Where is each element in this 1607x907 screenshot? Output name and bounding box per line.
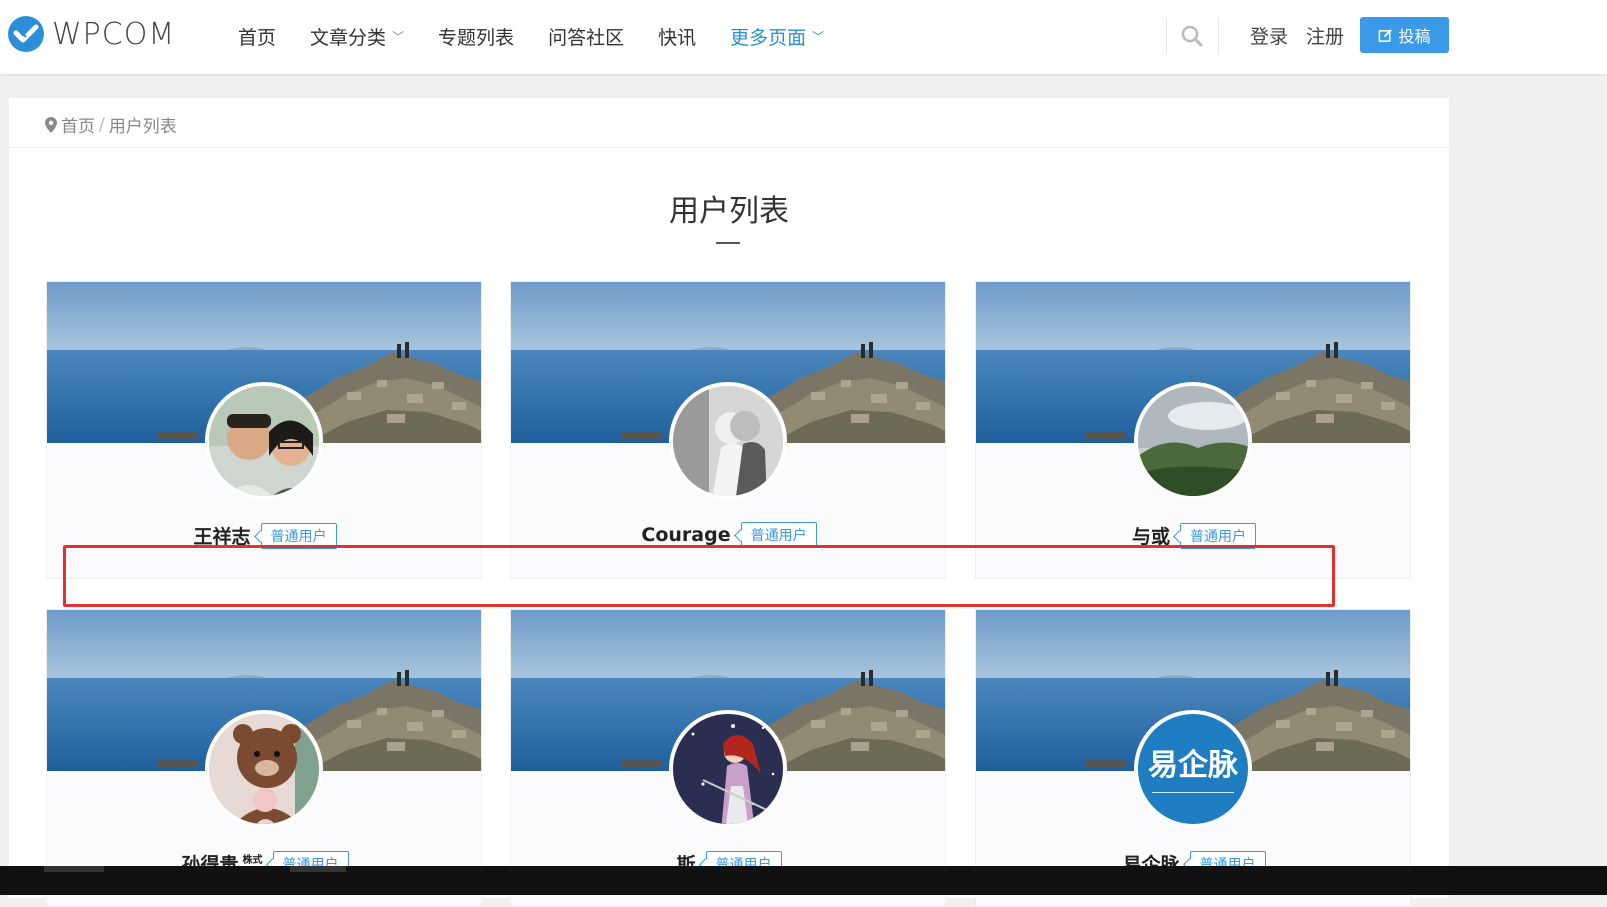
- main-nav: 首页 文章分类 ﹀ 专题列表 问答社区 快讯 更多页面 ﹀: [238, 22, 858, 50]
- nav-home[interactable]: 首页: [238, 22, 276, 50]
- nav-label: 更多页面: [730, 26, 807, 49]
- edit-icon: [1379, 28, 1393, 42]
- user-card[interactable]: 斯普通用户: [510, 609, 946, 907]
- search-icon[interactable]: [1180, 24, 1204, 48]
- bottom-bar: [0, 866, 1607, 895]
- nav-label: 专题列表: [438, 26, 515, 49]
- avatar-logo-text: 易企脉: [1148, 748, 1238, 783]
- scroll-segment: [290, 866, 346, 872]
- site-logo[interactable]: WPCOM: [8, 16, 175, 52]
- title-underline: [716, 242, 740, 244]
- login-link[interactable]: 登录: [1250, 22, 1288, 49]
- user-avatar[interactable]: [205, 710, 323, 828]
- post-button[interactable]: 投稿: [1360, 17, 1449, 53]
- post-button-label: 投稿: [1398, 27, 1431, 46]
- nav-label: 问答社区: [548, 26, 625, 49]
- register-link[interactable]: 注册: [1306, 22, 1344, 49]
- user-avatar[interactable]: 易企脉: [1134, 710, 1252, 828]
- breadcrumb-divider: [9, 147, 1449, 148]
- breadcrumb-home[interactable]: 首页: [61, 112, 95, 137]
- user-card[interactable]: 易企脉 易企脉 普通用户: [975, 609, 1411, 907]
- scroll-segment: [44, 866, 104, 872]
- chevron-down-icon: ﹀: [392, 29, 405, 44]
- header-divider: [1166, 18, 1167, 54]
- user-avatar[interactable]: [669, 382, 787, 500]
- header-divider: [1218, 18, 1219, 54]
- breadcrumb: 首页 / 用户列表: [45, 112, 177, 137]
- breadcrumb-separator: /: [99, 114, 105, 135]
- wpcom-logo-icon: [8, 16, 44, 52]
- chevron-down-icon: ﹀: [812, 29, 825, 44]
- nav-label: 快讯: [658, 26, 697, 49]
- user-card[interactable]: 与或 普通用户: [975, 281, 1411, 579]
- user-card[interactable]: Courage 普通用户: [510, 281, 946, 579]
- nav-label: 首页: [238, 26, 277, 49]
- user-avatar[interactable]: [669, 710, 787, 828]
- nav-news[interactable]: 快讯: [658, 22, 696, 50]
- user-badge: 株式: [242, 855, 263, 866]
- nav-label: 文章分类: [310, 26, 387, 49]
- highlight-annotation: [63, 545, 1335, 607]
- auth-links: 登录 注册: [1250, 22, 1344, 49]
- site-header: WPCOM 首页 文章分类 ﹀ 专题列表 问答社区 快讯 更多页面 ﹀ 登录 注册 …: [0, 0, 1607, 74]
- nav-topics[interactable]: 专题列表: [438, 22, 514, 50]
- breadcrumb-current: 用户列表: [108, 117, 177, 137]
- nav-categories[interactable]: 文章分类 ﹀: [310, 22, 404, 50]
- user-avatar[interactable]: [205, 382, 323, 500]
- nav-qa[interactable]: 问答社区: [548, 22, 624, 50]
- user-card[interactable]: 王祥志 普通用户: [46, 281, 482, 579]
- location-pin-icon: [45, 116, 57, 133]
- page-title: 用户列表: [669, 194, 789, 229]
- nav-more-pages[interactable]: 更多页面 ﹀: [730, 22, 824, 50]
- user-avatar[interactable]: [1134, 382, 1252, 500]
- user-card[interactable]: 孙得贵 株式 普通用户: [46, 609, 482, 907]
- user-name[interactable]: Courage: [641, 524, 730, 546]
- logo-text: WPCOM: [52, 16, 176, 52]
